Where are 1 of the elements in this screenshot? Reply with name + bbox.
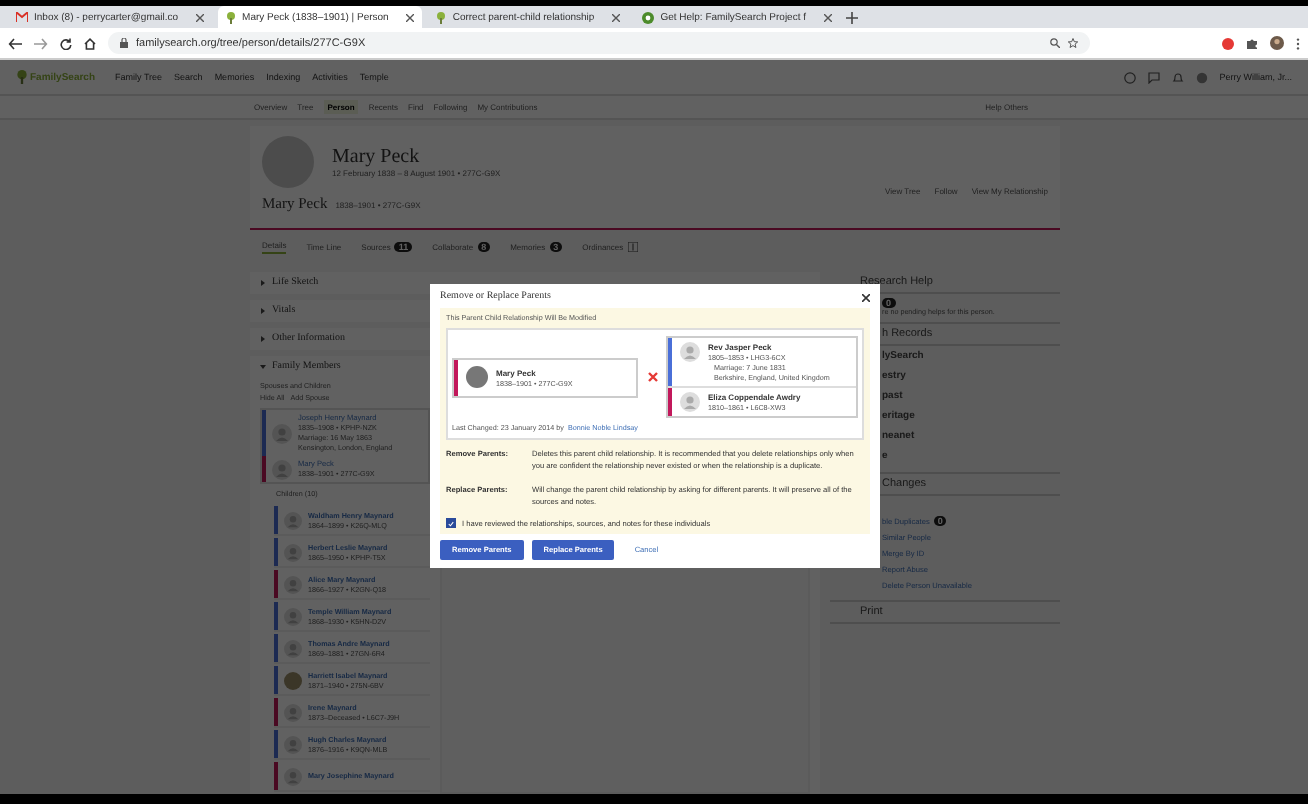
person-name: Mary Peck: [332, 146, 422, 168]
